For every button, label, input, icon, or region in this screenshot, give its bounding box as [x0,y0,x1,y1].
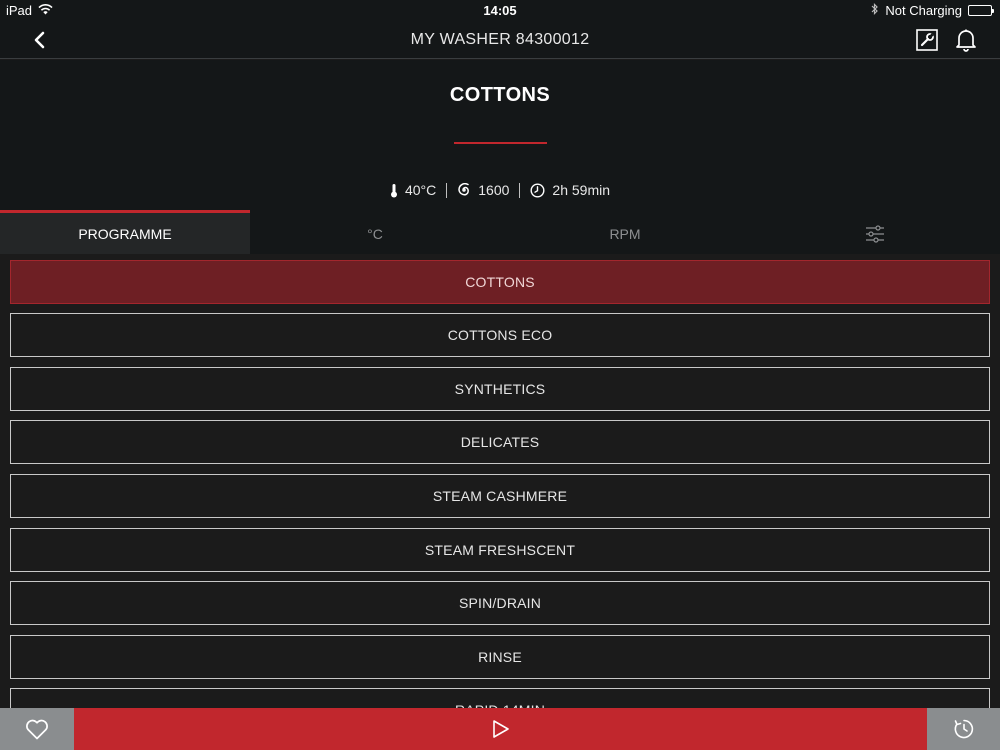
tab-options[interactable] [750,210,1000,254]
programme-item-steam-cashmere[interactable]: STEAM CASHMERE [10,474,990,518]
spin-icon [458,183,470,196]
spin-summary: 1600 [447,182,519,198]
title-underline [454,142,547,144]
programme-item-rapid[interactable]: RAPID 14MIN [10,688,990,708]
status-time: 14:05 [483,3,517,18]
play-icon [492,720,509,738]
battery-icon [968,5,994,16]
wrench-icon [916,29,938,51]
chevron-left-icon [34,31,45,49]
duration-value: 2h 59min [552,182,611,198]
programme-item-cottons[interactable]: COTTONS [10,260,990,304]
spin-value: 1600 [478,182,510,198]
bottom-action-bar [0,708,1000,750]
selected-programme-title: COTTONS [449,84,551,106]
maintenance-button[interactable] [912,25,942,55]
programme-item-cottons-eco[interactable]: COTTONS ECO [10,313,990,357]
temperature-summary: 40°C [380,182,446,198]
programme-summary: 40°C 1600 2h 59min [0,182,1000,198]
clock-icon [530,182,545,198]
tab-programme[interactable]: PROGRAMME [0,210,250,254]
nav-bar: MY WASHER 84300012 [0,20,1000,59]
page-title: MY WASHER 84300012 [410,31,590,48]
programme-header: COTTONS 40°C 1600 2h 59min [0,60,1000,210]
bell-icon [956,29,976,52]
programme-list[interactable]: COTTONS COTTONS ECO SYNTHETICS DELICATES… [0,254,1000,708]
bluetooth-icon [871,3,879,18]
temperature-value: 40°C [404,182,437,198]
heart-icon [26,719,48,739]
settings-tabs: PROGRAMME °C RPM [0,210,1000,254]
tab-rpm[interactable]: RPM [500,210,750,254]
sliders-icon [866,224,884,243]
programme-item-synthetics[interactable]: SYNTHETICS [10,367,990,411]
start-button[interactable] [74,708,927,750]
delay-timer-icon [954,719,973,739]
back-button[interactable] [26,26,54,54]
status-right: Not Charging [871,3,994,18]
charging-status: Not Charging [885,3,962,18]
delay-start-button[interactable] [927,708,1000,750]
programme-item-delicates[interactable]: DELICATES [10,420,990,464]
notifications-button[interactable] [951,25,981,55]
duration-summary: 2h 59min [520,182,620,198]
status-bar: iPad 14:05 Not Charging [0,0,1000,20]
programme-item-spin-drain[interactable]: SPIN/DRAIN [10,581,990,625]
thermometer-icon [390,183,397,197]
programme-item-rinse[interactable]: RINSE [10,635,990,679]
favourite-button[interactable] [0,708,74,750]
programme-item-steam-freshscent[interactable]: STEAM FRESHSCENT [10,528,990,572]
tab-temperature[interactable]: °C [250,210,500,254]
